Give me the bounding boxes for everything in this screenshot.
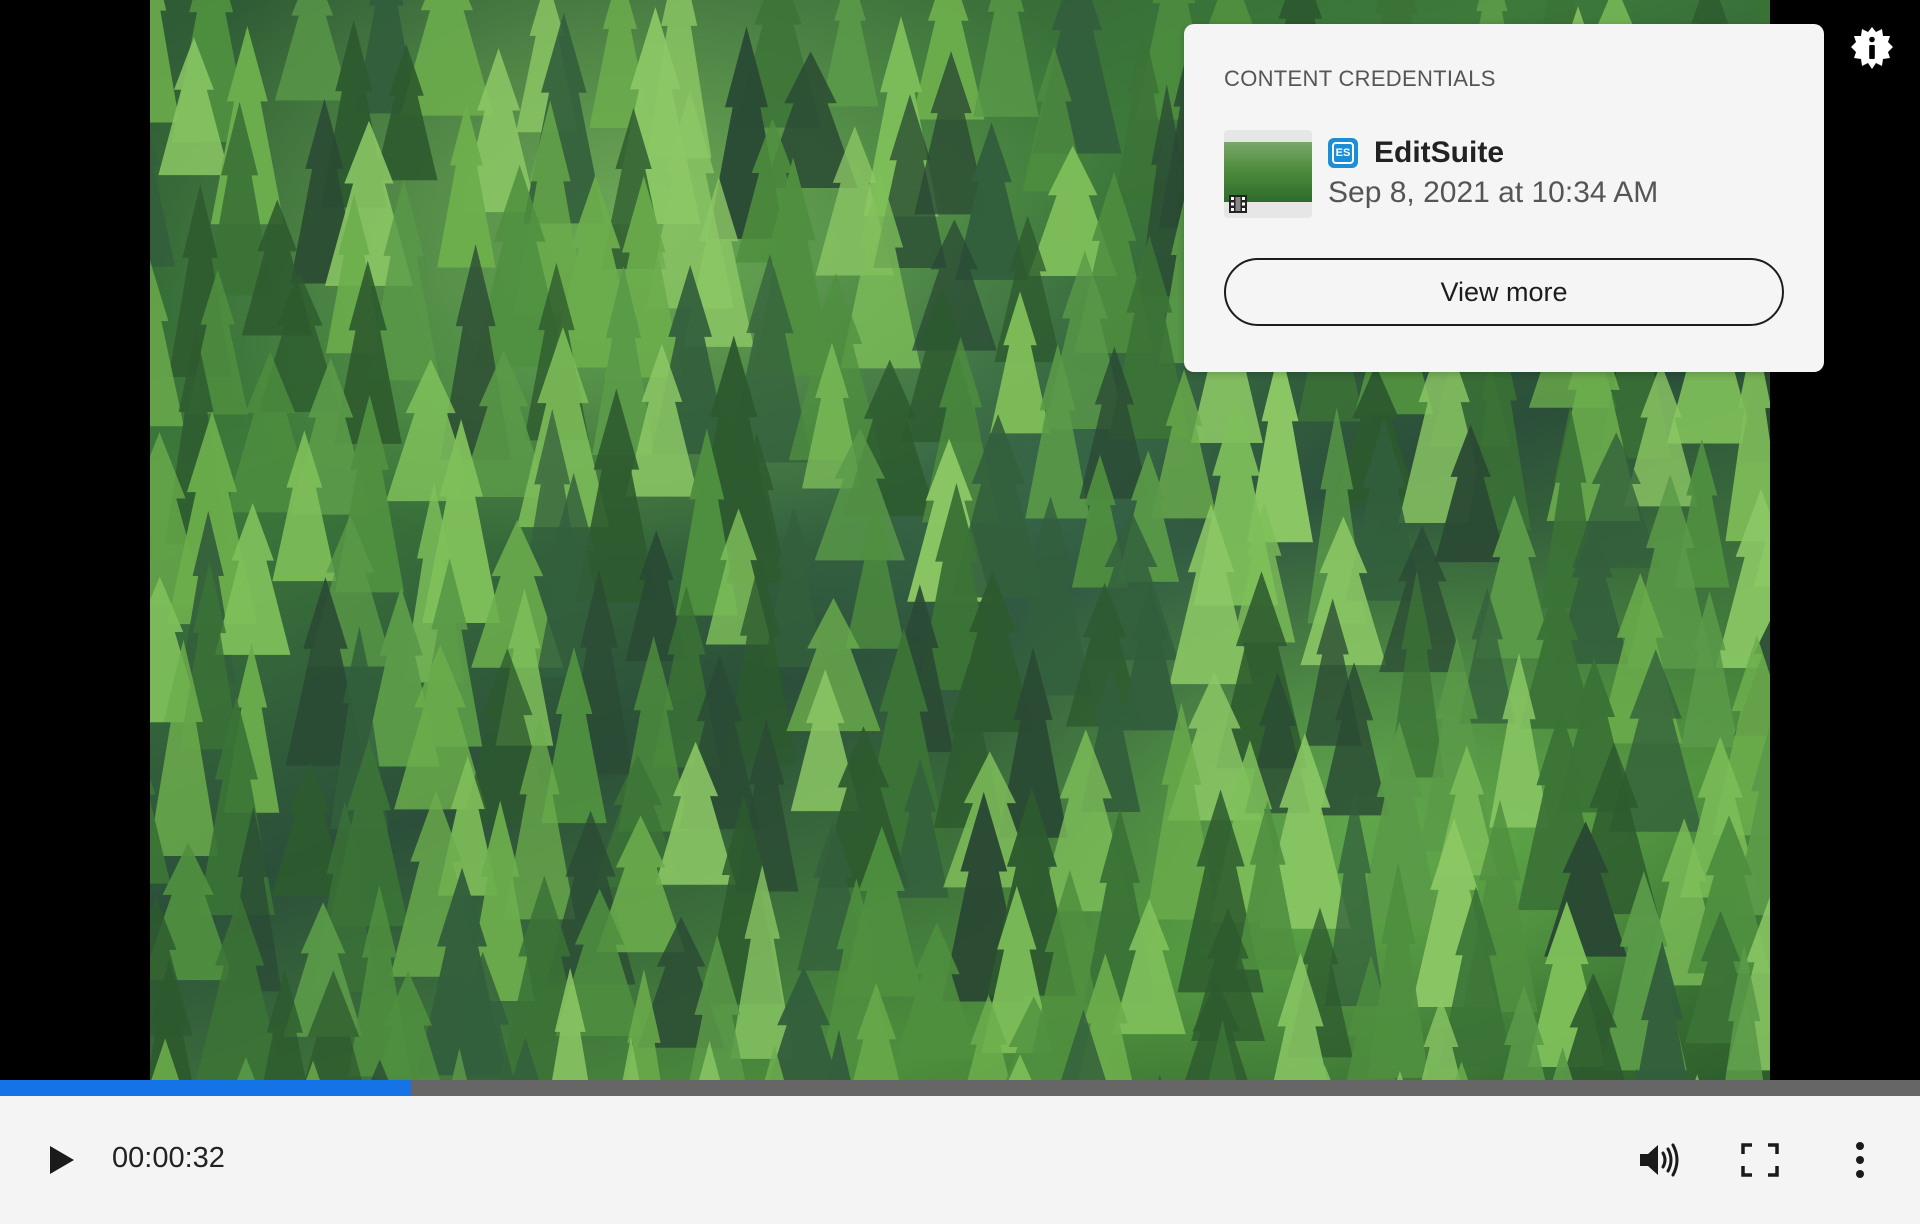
play-icon [50,1146,74,1174]
credentials-heading: CONTENT CREDENTIALS [1224,66,1496,91]
content-credentials-popover: CONTENT CREDENTIALS ES EditSuite Sep 8, … [1184,24,1824,372]
progress-bar[interactable] [0,1080,1920,1096]
volume-icon [1640,1143,1679,1177]
credential-entry: ES EditSuite Sep 8, 2021 at 10:34 AM [1224,130,1784,218]
progress-fill [0,1080,411,1096]
app-row: ES EditSuite [1328,136,1658,170]
app-name: EditSuite [1374,136,1505,169]
play-button[interactable] [36,1136,84,1184]
control-bar: 00:00:32 [0,1096,1920,1224]
film-strip-icon [1229,195,1247,213]
content-credentials-badge[interactable] [1848,24,1896,72]
tree-shape [150,0,180,123]
fullscreen-button[interactable] [1736,1136,1784,1184]
current-time: 00:00:32 [112,1142,225,1174]
more-vertical-icon [1856,1142,1864,1178]
more-options-button[interactable] [1836,1136,1884,1184]
credential-meta: ES EditSuite Sep 8, 2021 at 10:34 AM [1328,130,1658,210]
credential-date: Sep 8, 2021 at 10:34 AM [1328,176,1659,209]
view-more-button[interactable]: View more [1224,258,1784,326]
info-badge-icon [1851,27,1893,69]
app-logo-icon: ES [1328,138,1358,168]
thumbnail-image [1224,142,1312,202]
app-logo-text: ES [1332,142,1354,164]
volume-button[interactable] [1634,1136,1682,1184]
tree-shape [973,0,1039,117]
fullscreen-icon [1741,1143,1779,1177]
asset-thumbnail [1224,130,1312,218]
